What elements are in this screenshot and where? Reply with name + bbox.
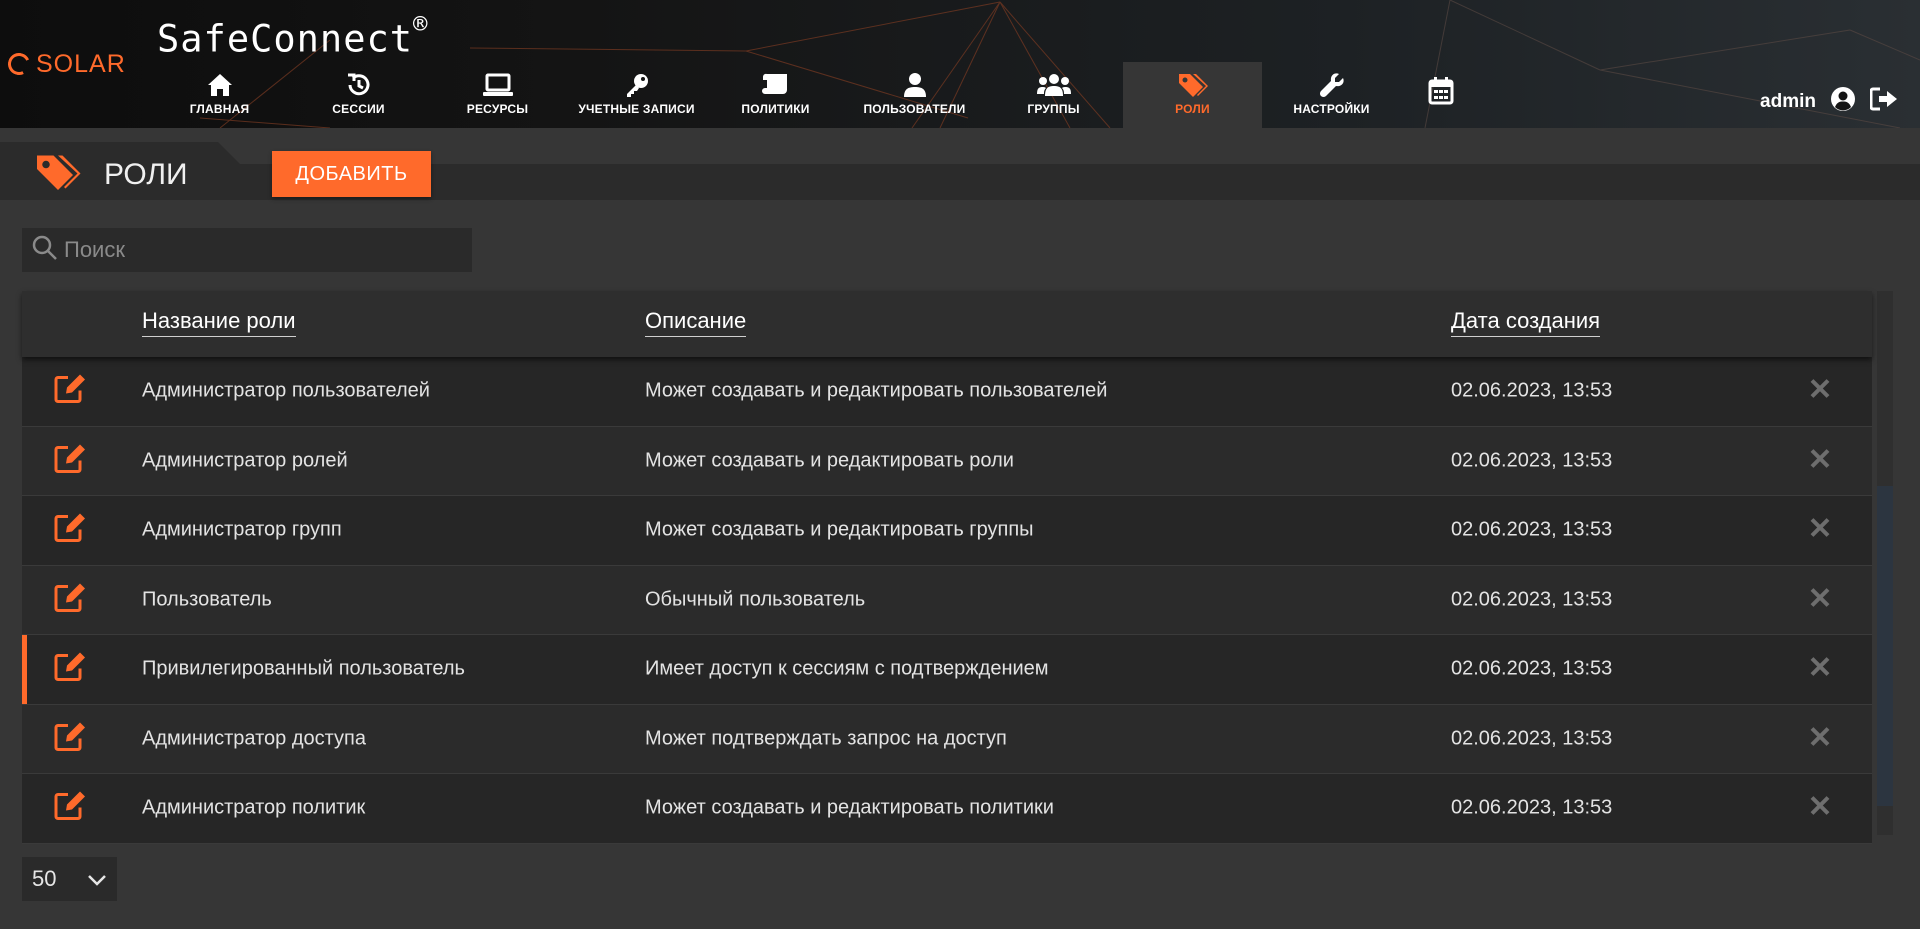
tags-icon (1177, 72, 1209, 98)
role-name-cell: Администратор ролей (142, 449, 348, 472)
description-cell: Может создавать и редактировать группы (645, 518, 1034, 541)
nav-item-policies[interactable]: ПОЛИТИКИ (706, 62, 845, 128)
role-name-cell: Администратор пользователей (142, 379, 430, 402)
chevron-down-icon (87, 866, 107, 892)
laptop-icon (482, 72, 514, 98)
description-cell: Может создавать и редактировать пользова… (645, 379, 1108, 402)
edit-icon[interactable] (54, 721, 86, 756)
search-box (22, 228, 472, 272)
solar-logo-icon (4, 49, 34, 79)
edit-icon[interactable] (54, 791, 86, 826)
nav-item-users[interactable]: ПОЛЬЗОВАТЕЛИ (845, 62, 984, 128)
role-name-cell: Привилегированный пользователь (142, 657, 465, 680)
tags-icon (34, 152, 82, 197)
nav-item-settings[interactable]: НАСТРОЙКИ (1262, 62, 1401, 128)
delete-icon[interactable] (1810, 796, 1830, 821)
page-header-strip (240, 164, 1920, 200)
wrench-icon (1319, 72, 1345, 98)
column-header-role-name[interactable]: Название роли (142, 308, 296, 337)
role-name-cell: Администратор групп (142, 518, 342, 541)
delete-icon[interactable] (1810, 657, 1830, 682)
description-cell: Может подтверждать запрос на доступ (645, 727, 1007, 750)
edit-icon[interactable] (54, 513, 86, 548)
edit-icon[interactable] (54, 582, 86, 617)
solar-logo[interactable]: SOLAR (4, 49, 126, 79)
created-date-cell: 02.06.2023, 13:53 (1451, 727, 1613, 750)
nav-item-label: ГРУППЫ (1027, 102, 1080, 116)
description-cell: Имеет доступ к сессиям с подтверждением (645, 657, 1049, 680)
nav-item-label: ПОЛЬЗОВАТЕЛИ (863, 102, 966, 116)
per-page-select[interactable]: 50 (22, 857, 117, 901)
delete-icon[interactable] (1810, 448, 1830, 473)
user-icon (903, 72, 927, 98)
nav-item-label: РОЛИ (1175, 102, 1210, 116)
logout-icon[interactable] (1869, 87, 1898, 117)
nav-item-calendar[interactable] (1401, 62, 1481, 128)
edit-icon[interactable] (54, 443, 86, 478)
created-date-cell: 02.06.2023, 13:53 (1451, 588, 1613, 611)
nav-item-roles[interactable]: РОЛИ (1123, 62, 1262, 128)
roles-table: Название роли Описание Дата создания Адм… (22, 291, 1872, 844)
table-body: Администратор пользователей Может создава… (22, 357, 1872, 844)
column-header-created-date[interactable]: Дата создания (1451, 308, 1601, 337)
table-header: Название роли Описание Дата создания (22, 291, 1872, 357)
nav-item-label: УЧЕТНЫЕ ЗАПИСИ (578, 102, 695, 116)
role-name-cell: Администратор политик (142, 796, 366, 819)
username[interactable]: admin (1760, 91, 1816, 113)
history-icon (346, 72, 372, 98)
column-header-description[interactable]: Описание (645, 308, 747, 337)
page-title-area: РОЛИ (34, 152, 188, 197)
delete-icon[interactable] (1810, 518, 1830, 543)
search-input[interactable] (64, 237, 464, 263)
created-date-cell: 02.06.2023, 13:53 (1451, 518, 1613, 541)
user-area: admin (1760, 86, 1898, 118)
table-row[interactable]: Администратор групп Может создавать и ред… (22, 496, 1872, 566)
nav-item-label: СЕССИИ (332, 102, 385, 116)
created-date-cell: 02.06.2023, 13:53 (1451, 379, 1613, 402)
table-row[interactable]: Администратор пользователей Может создава… (22, 357, 1872, 427)
calendar-icon (1428, 72, 1454, 110)
nav-item-accounts[interactable]: УЧЕТНЫЕ ЗАПИСИ (567, 62, 706, 128)
created-date-cell: 02.06.2023, 13:53 (1451, 449, 1613, 472)
table-row[interactable]: Администратор политик Может создавать и р… (22, 774, 1872, 844)
nav-item-label: НАСТРОЙКИ (1293, 102, 1370, 116)
role-name-cell: Администратор доступа (142, 727, 366, 750)
scroll-icon (761, 72, 791, 98)
description-cell: Может создавать и редактировать роли (645, 449, 1014, 472)
table-row[interactable]: Администратор доступа Может подтверждать … (22, 704, 1872, 774)
delete-icon[interactable] (1810, 379, 1830, 404)
nav-item-resources[interactable]: РЕСУРСЫ (428, 62, 567, 128)
table-row[interactable]: Администратор ролей Может создавать и ред… (22, 426, 1872, 496)
role-name-cell: Пользователь (142, 588, 272, 611)
description-cell: Может создавать и редактировать политики (645, 796, 1054, 819)
delete-icon[interactable] (1810, 726, 1830, 751)
top-bar: SOLAR SafeConnect® ГЛАВНАЯ СЕССИИ РЕСУРС… (0, 0, 1920, 128)
created-date-cell: 02.06.2023, 13:53 (1451, 657, 1613, 680)
table-row[interactable]: Привилегированный пользователь Имеет дост… (22, 635, 1872, 705)
per-page-value: 50 (32, 866, 57, 891)
delete-icon[interactable] (1810, 587, 1830, 612)
logo-text: SOLAR (36, 49, 126, 78)
app-title: SafeConnect® (157, 10, 429, 61)
search-icon (32, 235, 58, 266)
edit-icon[interactable] (54, 652, 86, 687)
created-date-cell: 02.06.2023, 13:53 (1451, 796, 1613, 819)
home-icon (207, 72, 233, 98)
key-icon (624, 72, 650, 98)
users-icon (1036, 72, 1071, 98)
nav-item-groups[interactable]: ГРУППЫ (984, 62, 1123, 128)
user-profile-icon[interactable] (1830, 86, 1856, 118)
nav-item-label: ПОЛИТИКИ (741, 102, 810, 116)
nav-item-label: ГЛАВНАЯ (189, 102, 250, 116)
edit-icon[interactable] (54, 374, 86, 409)
nav-item-label: РЕСУРСЫ (466, 102, 529, 116)
add-role-button[interactable]: ДОБАВИТЬ (272, 151, 431, 197)
table-row[interactable]: Пользователь Обычный пользователь 02.06.20… (22, 565, 1872, 635)
nav-item-home[interactable]: ГЛАВНАЯ (150, 62, 289, 128)
description-cell: Обычный пользователь (645, 588, 866, 611)
page-title: РОЛИ (104, 157, 188, 191)
nav-item-sessions[interactable]: СЕССИИ (289, 62, 428, 128)
table-scrollbar-thumb[interactable] (1877, 486, 1893, 806)
main-nav: ГЛАВНАЯ СЕССИИ РЕСУРСЫ УЧЕТНЫЕ ЗАПИСИ ПО… (150, 62, 1481, 128)
